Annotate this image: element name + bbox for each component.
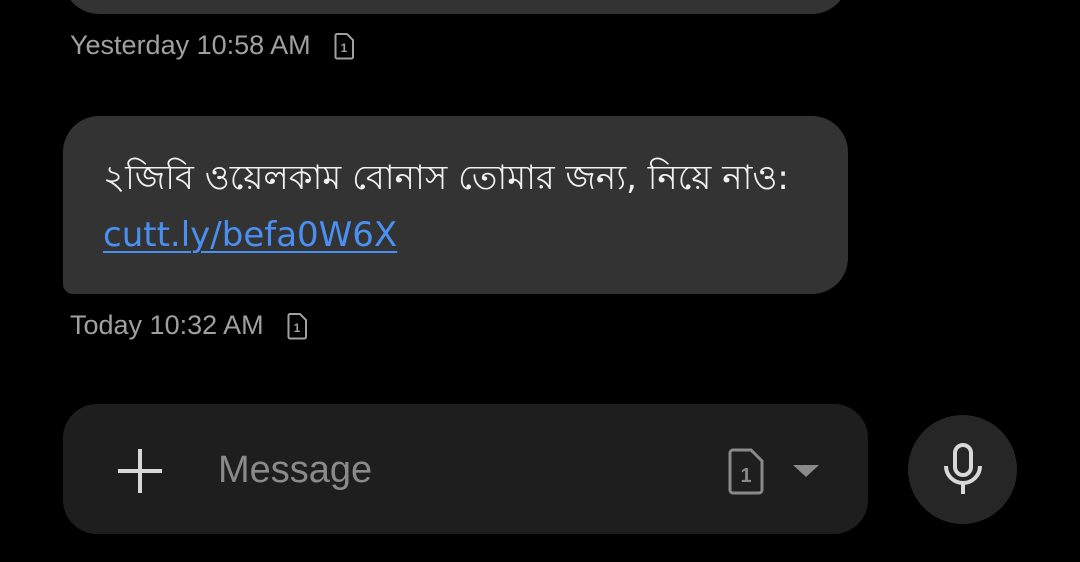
message-link[interactable]: cutt.ly/befa0W6X: [103, 215, 397, 255]
svg-text:1: 1: [293, 321, 300, 335]
message-input[interactable]: [218, 444, 698, 496]
sim-1-icon: 1: [286, 312, 308, 340]
message-meta: Today 10:32 AM 1: [70, 310, 308, 341]
add-attachment-button[interactable]: [113, 444, 167, 498]
sim-1-icon: 1: [333, 32, 355, 60]
plus-icon: [118, 449, 162, 493]
caret-down-icon: [791, 463, 821, 479]
message-bubble[interactable]: ২জিবি ওয়েলকাম বোনাস তোমার জন্য, নিয়ে ন…: [63, 116, 848, 294]
message-timestamp: Yesterday 10:58 AM: [70, 30, 311, 60]
message-composer: 1: [63, 404, 868, 534]
message-timestamp: Today 10:32 AM: [70, 310, 264, 340]
voice-input-button[interactable]: [908, 415, 1017, 524]
sim-selector-button[interactable]: 1: [727, 446, 827, 496]
previous-message-bubble[interactable]: [63, 0, 848, 14]
message-text: ২জিবি ওয়েলকাম বোনাস তোমার জন্য, নিয়ে ন…: [103, 150, 818, 264]
sim-1-icon: 1: [727, 447, 765, 495]
conversation-screen: Yesterday 10:58 AM 1 ২জিবি ওয়েলকাম বোনা…: [0, 0, 1080, 562]
svg-text:1: 1: [740, 465, 751, 487]
message-body: ২জিবি ওয়েলকাম বোনাস তোমার জন্য, নিয়ে ন…: [103, 158, 789, 198]
message-meta: Yesterday 10:58 AM 1: [70, 30, 355, 61]
svg-text:1: 1: [340, 41, 347, 55]
microphone-icon: [943, 442, 982, 494]
